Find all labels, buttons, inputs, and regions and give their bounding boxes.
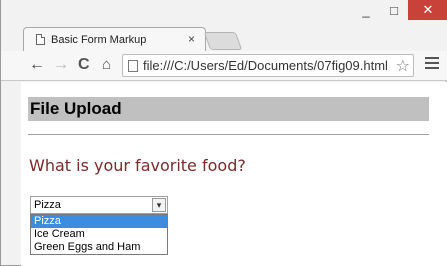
food-select[interactable]: Pizza ▾ [30,196,168,214]
tab-close-icon[interactable]: × [188,32,195,46]
new-tab-button[interactable] [203,32,243,50]
option-pizza[interactable]: Pizza [31,215,167,228]
close-window-button[interactable]: ✕ [408,0,447,20]
reload-icon[interactable]: C [78,56,90,74]
home-icon[interactable]: ⌂ [102,56,111,74]
page-icon [128,59,138,72]
divider [28,134,429,135]
address-bar[interactable]: file:///C:/Users/Ed/Documents/07fig09.ht… [122,54,414,77]
tab-title: Basic Form Markup [51,33,147,46]
menu-icon[interactable] [425,57,439,69]
window-controls: _ □ ✕ [352,0,447,22]
minimize-button[interactable]: _ [352,0,380,20]
page-content: File Upload What is your favorite food? … [21,82,447,266]
forward-icon[interactable]: → [53,56,69,74]
chevron-down-icon[interactable]: ▾ [152,198,166,212]
option-green-eggs-and-ham[interactable]: Green Eggs and Ham [31,241,167,254]
select-value: Pizza [34,199,61,211]
browser-window: _ □ ✕ Basic Form Markup × ← → C ⌂ file:/… [0,0,447,266]
bookmark-star-icon[interactable]: ☆ [396,56,410,76]
url-text[interactable]: file:///C:/Users/Ed/Documents/07fig09.ht… [143,58,393,73]
maximize-button[interactable]: □ [380,0,408,20]
option-ice-cream[interactable]: Ice Cream [31,228,167,241]
browser-tab[interactable]: Basic Form Markup × [23,27,206,51]
page-heading: File Upload [28,97,429,121]
page-icon [36,34,45,45]
select-dropdown: Pizza Ice Cream Green Eggs and Ham [30,214,168,255]
question-label: What is your favorite food? [29,156,246,175]
back-icon[interactable]: ← [29,56,45,74]
browser-toolbar: ← → C ⌂ file:///C:/Users/Ed/Documents/07… [1,51,447,81]
